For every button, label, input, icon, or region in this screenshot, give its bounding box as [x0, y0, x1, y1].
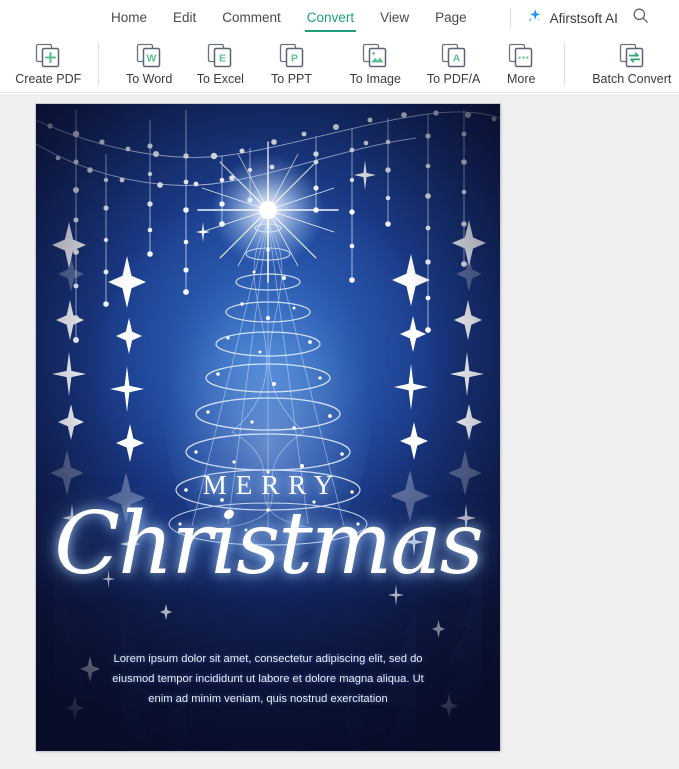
ribbon-label-create-pdf: Create PDF	[15, 71, 82, 86]
menu-divider	[509, 8, 511, 28]
ribbon-button-to-pdfa[interactable]: A To PDF/A	[416, 36, 491, 93]
ribbon-button-to-ppt[interactable]: P To PPT	[258, 36, 326, 93]
tab-view[interactable]: View	[367, 0, 422, 36]
to-excel-icon: E	[206, 43, 234, 69]
ribbon-label-to-pdfa: To PDF/A	[426, 71, 481, 86]
ribbon-button-more[interactable]: More	[493, 36, 550, 93]
ribbon-button-create-pdf[interactable]: Create PDF	[11, 36, 86, 93]
afirstsoft-ai-button[interactable]: Afirstsoft AI	[525, 7, 618, 30]
ribbon-label-batch-convert: Batch Convert	[592, 71, 672, 86]
main-tab-strip: Home Edit Comment Convert View Page	[98, 0, 480, 36]
pdf-page-1[interactable]: MERRY Christmas Lorem ipsum dolor sit am…	[36, 104, 500, 751]
ribbon-label-more: More	[506, 71, 536, 86]
to-pdfa-icon: A	[440, 43, 468, 69]
batch-convert-icon	[618, 43, 646, 69]
tab-home[interactable]: Home	[98, 0, 160, 36]
tab-edit[interactable]: Edit	[160, 0, 209, 36]
svg-text:E: E	[219, 52, 226, 64]
ribbon-divider-2	[563, 43, 565, 85]
poster-headline-christmas: Christmas	[54, 494, 483, 594]
search-button[interactable]	[632, 7, 649, 29]
poster-body-text: Lorem ipsum dolor sit amet, consectetur …	[112, 653, 424, 705]
sparkle-icon	[525, 7, 543, 30]
menu-bar: Home Edit Comment Convert View Page Afir…	[0, 0, 679, 36]
ribbon-button-to-image[interactable]: To Image	[338, 36, 413, 93]
create-pdf-icon	[34, 43, 62, 69]
to-ppt-icon: P	[278, 43, 306, 69]
tab-convert[interactable]: Convert	[294, 0, 367, 36]
ribbon-label-to-image: To Image	[349, 71, 401, 86]
ribbon-label-to-excel: To Excel	[196, 71, 244, 86]
more-icon	[507, 43, 535, 69]
ribbon-button-to-word[interactable]: W To Word	[115, 36, 183, 93]
ribbon-label-to-ppt: To PPT	[271, 71, 313, 86]
document-canvas[interactable]: MERRY Christmas Lorem ipsum dolor sit am…	[0, 94, 679, 769]
tab-page[interactable]: Page	[422, 0, 480, 36]
to-image-icon	[361, 43, 389, 69]
to-word-icon: W	[135, 43, 163, 69]
convert-ribbon-toolbar: Create PDF W To Word E To Excel P To PPT…	[0, 36, 679, 93]
ribbon-label-to-word: To Word	[125, 71, 173, 86]
ribbon-button-batch-convert[interactable]: Batch Convert	[585, 36, 679, 93]
ribbon-button-to-excel[interactable]: E To Excel	[187, 36, 255, 93]
svg-text:P: P	[291, 52, 298, 64]
ai-button-label: Afirstsoft AI	[549, 10, 618, 26]
ribbon-divider-1	[98, 43, 100, 85]
tab-comment[interactable]: Comment	[209, 0, 294, 36]
svg-text:A: A	[452, 52, 460, 64]
svg-text:W: W	[147, 52, 157, 64]
search-icon	[632, 7, 649, 29]
